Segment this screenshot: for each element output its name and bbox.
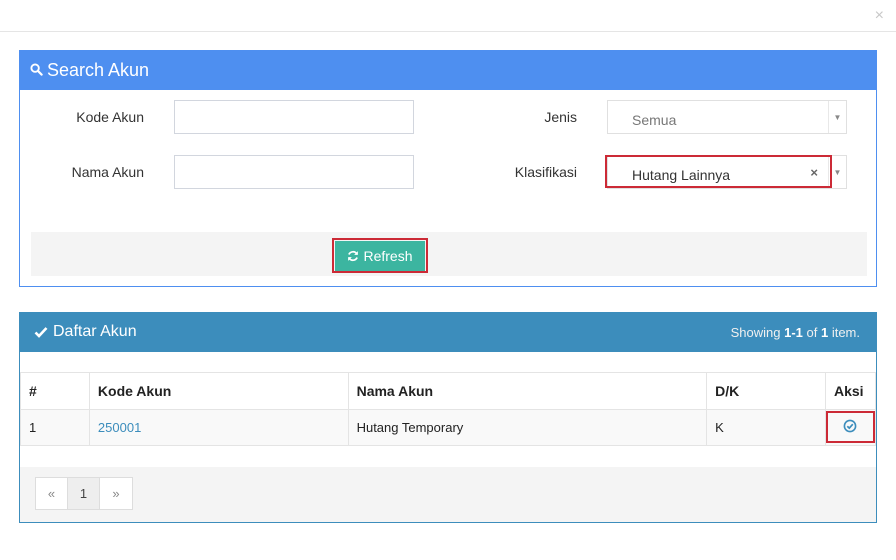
items-summary: Showing 1-1 of 1 item. [731,325,860,340]
kode-akun-link[interactable]: 250001 [98,420,141,435]
jenis-label: Jenis [544,109,577,125]
refresh-button-label: Refresh [363,248,413,264]
jenis-select[interactable]: Semua ▼ [607,100,847,134]
pagination-page-1[interactable]: 1 [68,478,100,509]
search-panel-header: Search Akun [20,50,876,90]
refresh-icon [347,250,359,262]
search-button-bar: Refresh [31,232,867,276]
list-panel-header: Daftar Akun Showing 1-1 of 1 item. [20,312,876,352]
account-table: # Kode Akun Nama Akun D/K Aksi 1 250001 … [20,372,877,446]
check-icon [34,326,48,338]
kode-akun-cell: 250001 [88,409,349,446]
column-header-dk[interactable]: D/K [706,372,826,410]
pagination-next[interactable]: » [100,478,132,509]
dk-cell: K [706,409,826,446]
summary-mid: of [802,324,821,340]
nama-akun-cell: Hutang Temporary [347,409,708,446]
search-panel: Search Akun Kode Akun Nama Akun Jenis Se… [19,50,877,287]
summary-suffix: item. [828,324,860,340]
klasifikasi-label: Klasifikasi [514,164,577,180]
search-panel-title: Search Akun [47,59,150,80]
account-list-panel: Daftar Akun Showing 1-1 of 1 item. # Kod… [19,312,877,523]
summary-range: 1-1 [784,324,803,340]
kode-akun-label: Kode Akun [76,109,144,125]
nama-akun-label: Nama Akun [71,164,144,180]
aksi-highlight [826,411,875,443]
nama-akun-input[interactable] [174,155,414,189]
row-number: 1 [20,409,90,446]
chevron-down-icon[interactable]: ▼ [828,101,846,133]
column-header-kode-akun[interactable]: Kode Akun [88,372,349,410]
kode-akun-input[interactable] [174,100,414,134]
list-panel-title: Daftar Akun [53,323,137,340]
search-icon [30,60,43,81]
klasifikasi-highlight [605,155,832,188]
table-header-row: # Kode Akun Nama Akun D/K Aksi [20,372,877,410]
column-header-aksi: Aksi [824,372,877,410]
refresh-button[interactable]: Refresh [335,241,425,271]
pagination-bar: « 1 » [20,467,876,522]
column-header-no[interactable]: # [20,372,90,410]
modal-header: × [0,0,896,32]
table-row: 1 250001 Hutang Temporary K [20,409,877,446]
summary-prefix: Showing [730,324,785,340]
pagination: « 1 » [35,477,133,510]
column-header-nama-akun[interactable]: Nama Akun [347,372,708,410]
jenis-selected-value: Semua [632,112,677,128]
pagination-prev[interactable]: « [36,478,68,509]
close-icon[interactable]: × [875,8,884,24]
